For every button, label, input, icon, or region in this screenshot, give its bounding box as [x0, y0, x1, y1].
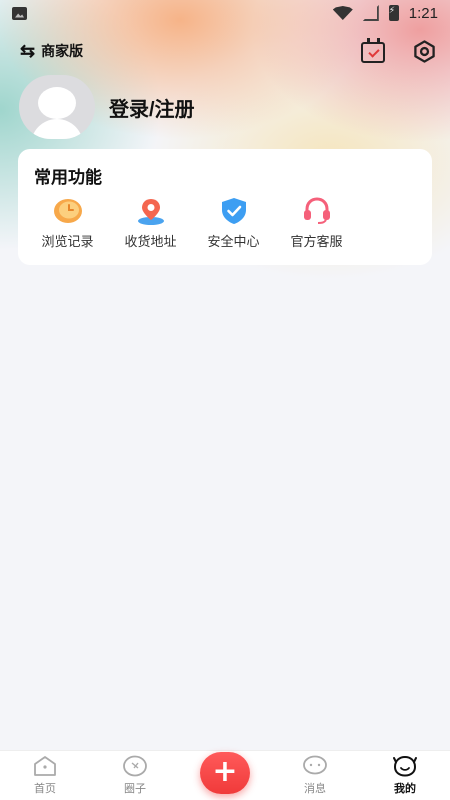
headset-icon: [302, 197, 332, 225]
message-icon: [303, 755, 327, 775]
switch-merchant-label: 商家版: [41, 43, 84, 59]
shield-icon: [219, 197, 249, 225]
battery-charging-icon: [388, 5, 399, 21]
home-icon: [34, 756, 56, 776]
image-notification-icon: [12, 6, 27, 20]
nav-circle[interactable]: 圈子: [90, 750, 180, 800]
status-bar: 1:21: [0, 0, 450, 26]
switch-merchant-button[interactable]: ⇆ 商家版: [20, 41, 83, 61]
nav-messages[interactable]: 消息: [270, 750, 360, 800]
profile-section[interactable]: 登录/注册: [19, 75, 195, 139]
top-header: ⇆ 商家版: [20, 34, 436, 68]
location-pin-icon: [136, 197, 166, 225]
func-official-support[interactable]: 官方客服: [275, 197, 358, 250]
circle-community-icon: [123, 755, 147, 777]
card-title: 常用功能: [34, 168, 102, 187]
plus-icon: +: [212, 753, 238, 789]
login-register-link[interactable]: 登录/注册: [109, 93, 195, 122]
swap-icon: ⇆: [20, 41, 36, 61]
func-shipping-address[interactable]: 收货地址: [109, 197, 192, 250]
avatar[interactable]: [19, 75, 95, 139]
nav-home[interactable]: 首页: [0, 750, 90, 800]
clock-icon: [53, 197, 83, 225]
func-browse-history[interactable]: 浏览记录: [26, 197, 109, 250]
calendar-check-icon[interactable]: [361, 37, 385, 63]
nav-mine[interactable]: 我的: [360, 750, 450, 800]
common-functions-card: 常用功能 浏览记录 收货地址 安全中心 官方客服: [18, 149, 432, 265]
status-time: 1:21: [408, 4, 438, 22]
profile-smile-icon: [393, 755, 417, 777]
settings-icon[interactable]: [413, 39, 436, 63]
publish-plus-button[interactable]: +: [200, 752, 250, 794]
wifi-icon: [332, 6, 353, 20]
no-signal-icon: [362, 5, 379, 21]
func-security-center[interactable]: 安全中心: [192, 197, 275, 250]
